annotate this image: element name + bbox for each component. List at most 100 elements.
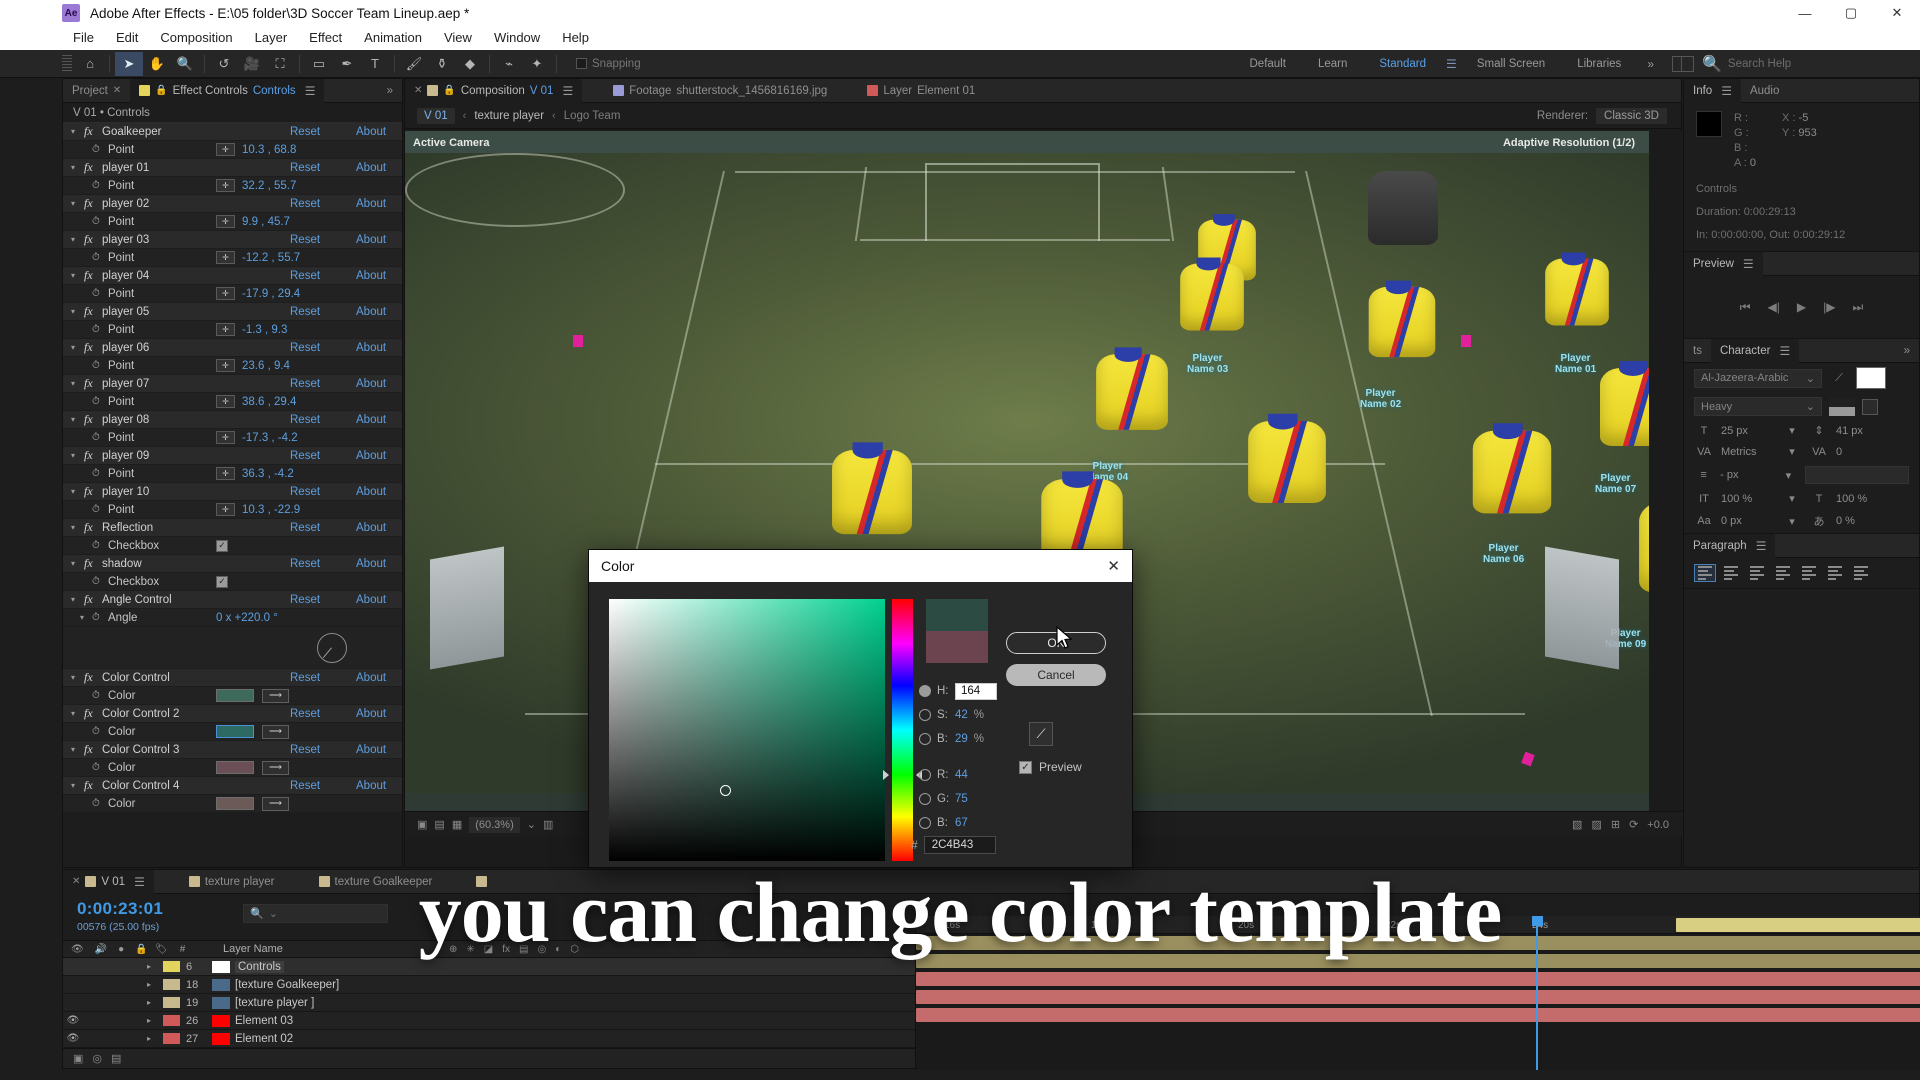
angle-value[interactable]: 0 x +220.0 ° bbox=[216, 612, 278, 624]
home-icon[interactable]: ⌂ bbox=[76, 52, 104, 76]
chevron-down-icon[interactable]: ▾ bbox=[71, 271, 84, 280]
toolbar-grip[interactable] bbox=[62, 54, 72, 73]
color-swatch[interactable] bbox=[216, 797, 254, 810]
panel-menu-icon[interactable]: ☰ bbox=[562, 84, 573, 98]
about-link[interactable]: About bbox=[356, 306, 402, 318]
chevron-down-icon[interactable]: ▾ bbox=[71, 451, 84, 460]
about-link[interactable]: About bbox=[356, 270, 402, 282]
point-picker-icon[interactable]: ✛ bbox=[216, 359, 235, 372]
tab-info[interactable]: Info ☰ bbox=[1684, 78, 1741, 103]
reset-link[interactable]: Reset bbox=[290, 378, 356, 390]
workspace-layout-icon[interactable] bbox=[1672, 55, 1694, 72]
effect-header-color-control-4[interactable]: ▾ fx Color Control 4 Reset About bbox=[63, 777, 402, 795]
maximize-button[interactable]: ▢ bbox=[1828, 0, 1874, 26]
reset-link[interactable]: Reset bbox=[290, 780, 356, 792]
effect-header-color-control[interactable]: ▾ fx Color Control Reset About bbox=[63, 669, 402, 687]
expand-twirl-icon[interactable]: ▸ bbox=[147, 962, 163, 971]
effect-property-angle[interactable]: ▾ ⏱ Angle 0 x +220.0 ° bbox=[63, 609, 402, 627]
point-value[interactable]: -17.3 , -4.2 bbox=[242, 432, 298, 444]
layer-name[interactable]: [texture player ] bbox=[235, 997, 314, 1009]
hand-tool-icon[interactable]: ✋ bbox=[143, 52, 171, 76]
reset-link[interactable]: Reset bbox=[290, 672, 356, 684]
view-layout-icon[interactable]: ⊞ bbox=[1611, 818, 1620, 831]
brush-tool-icon[interactable]: 🖌 bbox=[400, 52, 428, 76]
stroke-width-value[interactable]: - px bbox=[1720, 469, 1772, 481]
channel-radio[interactable] bbox=[919, 733, 931, 745]
effect-property-color[interactable]: ⏱ Color ⟶ bbox=[63, 723, 402, 741]
paragraph-align-2[interactable] bbox=[1746, 564, 1768, 582]
zoom-tool-icon[interactable]: 🔍 bbox=[171, 52, 199, 76]
pixel-aspect-icon[interactable]: ⟳ bbox=[1629, 818, 1638, 831]
breadcrumb-item-1[interactable]: texture player bbox=[474, 110, 544, 122]
layer-label-color[interactable] bbox=[163, 997, 180, 1008]
chevron-down-icon[interactable]: ▾ bbox=[71, 307, 84, 316]
point-value[interactable]: -17.9 , 29.4 bbox=[242, 288, 300, 300]
eyedropper-icon[interactable]: ⟶ bbox=[262, 688, 289, 703]
chevron-down-icon[interactable]: ▾ bbox=[71, 199, 84, 208]
stopwatch-icon[interactable]: ⏱ bbox=[92, 432, 108, 443]
layer-label-color[interactable] bbox=[163, 1015, 180, 1026]
shape-tool-icon[interactable]: ▭ bbox=[305, 52, 333, 76]
paragraph-align-5[interactable] bbox=[1824, 564, 1846, 582]
graph-editor-icon[interactable]: ◎ bbox=[92, 1052, 102, 1065]
effect-header-player-10[interactable]: ▾ fx player 10 Reset About bbox=[63, 483, 402, 501]
effect-header-player-05[interactable]: ▾ fx player 05 Reset About bbox=[63, 303, 402, 321]
point-value[interactable]: 32.2 , 55.7 bbox=[242, 180, 296, 192]
transparency-grid-icon[interactable]: ▨ bbox=[1591, 818, 1601, 831]
hue-slider[interactable] bbox=[892, 599, 913, 861]
panel-overflow-icon[interactable]: » bbox=[378, 79, 402, 103]
cancel-button[interactable]: Cancel bbox=[1006, 664, 1106, 686]
point-value[interactable]: 10.3 , 68.8 bbox=[242, 144, 296, 156]
resolution-icon[interactable]: ▥ bbox=[543, 818, 553, 831]
effect-property-point[interactable]: ⏱ Point ✛ 10.3 , 68.8 bbox=[63, 141, 402, 159]
about-link[interactable]: About bbox=[356, 708, 402, 720]
chevron-down-icon[interactable]: ▾ bbox=[71, 523, 84, 532]
hex-input[interactable]: 2C4B43 bbox=[923, 836, 996, 854]
last-frame-button[interactable]: ⏭ bbox=[1852, 300, 1863, 315]
effect-property-point[interactable]: ⏱ Point ✛ 23.6 , 9.4 bbox=[63, 357, 402, 375]
about-link[interactable]: About bbox=[356, 234, 402, 246]
menu-edit[interactable]: Edit bbox=[105, 26, 149, 50]
eye-toggle-icon[interactable]: 👁 bbox=[63, 1033, 83, 1044]
point-picker-icon[interactable]: ✛ bbox=[216, 215, 235, 228]
lock-icon[interactable]: 🔒 bbox=[443, 85, 455, 96]
chevron-down-icon[interactable]: ▾ bbox=[71, 235, 84, 244]
pan-behind-tool-icon[interactable]: ⛶ bbox=[266, 52, 294, 76]
workspace-overflow-icon[interactable]: » bbox=[1637, 57, 1664, 71]
reset-link[interactable]: Reset bbox=[290, 162, 356, 174]
about-link[interactable]: About bbox=[356, 198, 402, 210]
stopwatch-icon[interactable]: ⏱ bbox=[92, 762, 108, 773]
point-value[interactable]: 36.3 , -4.2 bbox=[242, 468, 294, 480]
renderer-control[interactable]: Renderer: Classic 3D bbox=[1537, 107, 1667, 124]
menu-window[interactable]: Window bbox=[483, 26, 551, 50]
effect-header-player-02[interactable]: ▾ fx player 02 Reset About bbox=[63, 195, 402, 213]
layer-name[interactable]: Element 02 bbox=[235, 1033, 293, 1045]
layer-name[interactable]: [texture Goalkeeper] bbox=[235, 979, 339, 991]
effect-property-point[interactable]: ⏱ Point ✛ 9.9 , 45.7 bbox=[63, 213, 402, 231]
menu-effect[interactable]: Effect bbox=[298, 26, 353, 50]
previous-frame-button[interactable]: ◀| bbox=[1768, 300, 1780, 314]
close-icon[interactable]: ✕ bbox=[113, 85, 121, 96]
close-button[interactable]: ✕ bbox=[1874, 0, 1920, 26]
tab-effect-controls[interactable]: 🔒 Effect Controls Controls ☰ bbox=[130, 78, 325, 103]
eraser-tool-icon[interactable]: ◆ bbox=[456, 52, 484, 76]
color-swatch[interactable] bbox=[216, 689, 254, 702]
panel-menu-icon[interactable]: ☰ bbox=[305, 84, 316, 98]
reset-link[interactable]: Reset bbox=[290, 234, 356, 246]
channel-input[interactable]: 164 bbox=[955, 682, 997, 700]
chevron-down-icon[interactable]: ▾ bbox=[71, 781, 84, 790]
eye-toggle-icon[interactable]: 👁 bbox=[63, 1015, 83, 1026]
point-value[interactable]: -1.3 , 9.3 bbox=[242, 324, 287, 336]
chevron-down-icon[interactable]: ▾ bbox=[1782, 424, 1802, 437]
region-of-interest-icon[interactable]: ▧ bbox=[1572, 818, 1582, 831]
stopwatch-icon[interactable]: ⏱ bbox=[92, 324, 108, 335]
chevron-down-icon[interactable]: ▾ bbox=[71, 163, 84, 172]
workspace-menu-icon[interactable]: ☰ bbox=[1442, 57, 1461, 71]
snapping-toggle[interactable]: Snapping bbox=[576, 58, 641, 70]
close-icon[interactable]: ✕ bbox=[1107, 557, 1120, 575]
channel-value[interactable]: 29 bbox=[955, 733, 968, 745]
panel-menu-icon[interactable]: ☰ bbox=[1743, 257, 1754, 271]
saturation-value-field[interactable] bbox=[609, 599, 885, 861]
menu-layer[interactable]: Layer bbox=[244, 26, 299, 50]
search-help-input[interactable]: 🔍 Search Help bbox=[1702, 54, 1912, 74]
